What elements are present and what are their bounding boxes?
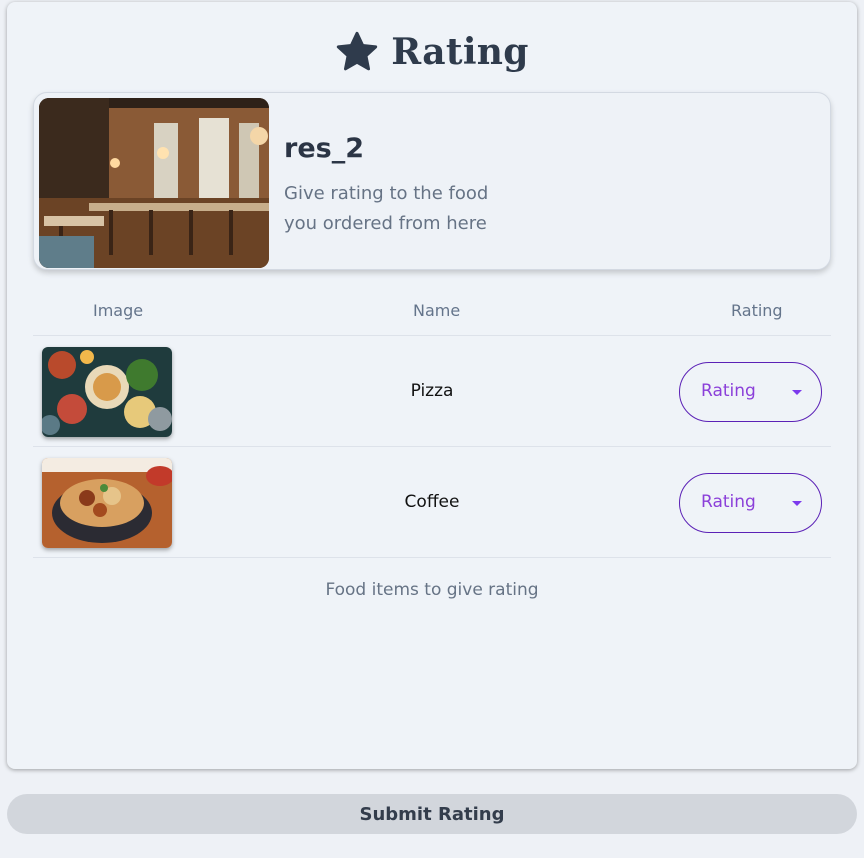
restaurant-photo [39, 98, 269, 268]
description-line-2: you ordered from here [284, 213, 487, 234]
restaurant-name: res_2 [284, 133, 364, 164]
restaurant-card: res_2 Give rating to the food you ordere… [33, 92, 831, 270]
rating-select-label: Rating [701, 381, 756, 401]
table-row: Pizza Rating [33, 336, 831, 447]
star-icon [337, 31, 378, 71]
description-line-1: Give rating to the food [284, 183, 489, 204]
page-title: Rating [391, 31, 529, 73]
rating-select[interactable]: Rating [679, 362, 822, 422]
rating-card: Rating res_2 Give rating to the food you… [7, 2, 857, 769]
page-header: Rating [7, 30, 857, 74]
submit-rating-button[interactable]: Submit Rating [7, 794, 857, 834]
column-header-name: Name [413, 301, 461, 320]
column-header-rating: Rating [731, 301, 783, 320]
rating-select-label: Rating [701, 492, 756, 512]
restaurant-description: Give rating to the food you ordered from… [284, 179, 524, 239]
chevron-down-icon [792, 390, 802, 395]
rating-select[interactable]: Rating [679, 473, 822, 533]
chevron-down-icon [792, 501, 802, 506]
table-row: Coffee Rating [33, 447, 831, 558]
column-header-image: Image [93, 301, 144, 320]
table-header: Image Name Rating [33, 292, 831, 336]
table-caption: Food items to give rating [325, 580, 539, 600]
